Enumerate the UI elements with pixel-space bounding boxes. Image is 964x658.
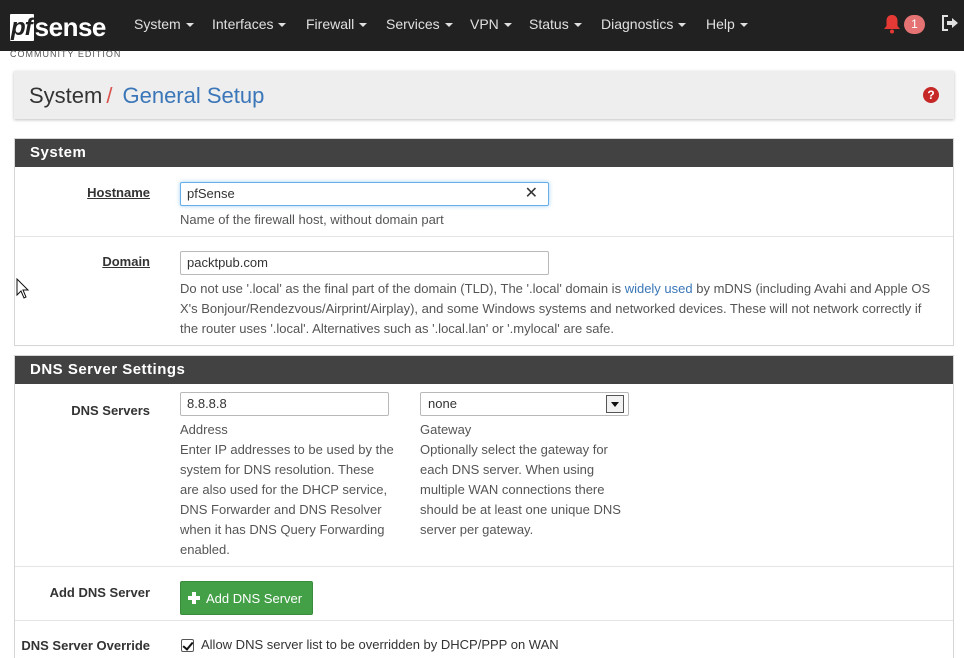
dns-gateway-help: Optionally select the gateway for each D… [420, 442, 621, 537]
dns-gateway-value: none [428, 396, 457, 411]
add-dns-server-button[interactable]: Add DNS Server [180, 581, 314, 615]
hostname-label: Hostname [87, 185, 150, 200]
dns-gateway-select[interactable]: none [420, 392, 629, 416]
domain-help: Do not use '.local' as the final part of… [180, 279, 940, 339]
caret-down-icon [503, 23, 512, 27]
dns-address-input[interactable]: 8.8.8.8 [180, 392, 389, 416]
plus-icon [188, 592, 200, 604]
menu-services-label: Services [386, 16, 440, 32]
menu-help-label: Help [706, 16, 735, 32]
menu-diagnostics[interactable]: Diagnostics [601, 16, 687, 32]
add-dns-label: Add DNS Server [49, 585, 150, 600]
bell-icon[interactable] [883, 14, 901, 34]
dns-override-label: DNS Server Override [21, 638, 150, 653]
edition-label: COMMUNITY EDITION [10, 49, 122, 59]
dns-servers-label: DNS Servers [71, 403, 150, 418]
hostname-value: pfSense [187, 186, 235, 201]
breadcrumb-parent[interactable]: System [29, 83, 102, 109]
menu-help[interactable]: Help [706, 16, 748, 32]
caret-down-icon [185, 23, 194, 27]
menu-status-label: Status [529, 16, 569, 32]
dns-override-checkbox-label[interactable]: Allow DNS server list to be overridden b… [201, 637, 559, 652]
dns-panel: DNS Server Settings DNS Servers 8.8.8.8 … [14, 355, 954, 658]
menu-diagnostics-label: Diagnostics [601, 16, 674, 32]
breadcrumb: System / General Setup [29, 83, 264, 109]
menu-status[interactable]: Status [529, 16, 582, 32]
caret-down-icon [278, 23, 287, 27]
menu-interfaces[interactable]: Interfaces [212, 16, 287, 32]
hostname-row: Hostname pfSense ✕ Name of the firewall … [15, 167, 953, 237]
add-dns-row: Add DNS Server Add DNS Server [15, 567, 953, 621]
caret-down-icon [444, 23, 453, 27]
top-navbar: pf sense System Interfaces Firewall Serv… [0, 0, 964, 51]
dns-override-row: DNS Server Override Allow DNS server lis… [15, 621, 953, 658]
menu-interfaces-label: Interfaces [212, 16, 274, 32]
menu-system[interactable]: System [134, 16, 194, 32]
breadcrumb-current[interactable]: General Setup [122, 83, 264, 109]
add-dns-button-label: Add DNS Server [206, 590, 303, 606]
mouse-pointer-icon [16, 278, 30, 299]
menu-system-label: System [134, 16, 181, 32]
dns-address-help: Enter IP addresses to be used by the sys… [180, 442, 394, 557]
caret-down-icon [359, 23, 368, 27]
caret-down-icon [739, 23, 748, 27]
dns-panel-title: DNS Server Settings [15, 356, 953, 384]
clear-icon[interactable]: ✕ [525, 186, 538, 202]
hostname-help: Name of the firewall host, without domai… [180, 212, 444, 227]
notification-badge[interactable]: 1 [904, 15, 925, 34]
domain-input[interactable]: packtpub.com [180, 251, 549, 275]
caret-down-icon [573, 23, 582, 27]
sign-out-icon[interactable] [941, 14, 959, 32]
dns-override-checkbox[interactable] [181, 639, 194, 652]
chevron-down-icon[interactable] [606, 395, 624, 413]
domain-help-text-1: Do not use '.local' as the final part of… [180, 281, 625, 296]
logo-sense: sense [34, 11, 107, 42]
system-panel-title: System [15, 139, 953, 167]
menu-services[interactable]: Services [386, 16, 453, 32]
hostname-input[interactable]: pfSense ✕ [180, 182, 549, 206]
pfsense-logo[interactable]: pf sense [10, 12, 106, 42]
caret-down-icon [678, 23, 687, 27]
menu-vpn-label: VPN [470, 16, 499, 32]
domain-row: Domain packtpub.com Do not use '.local' … [15, 237, 953, 345]
dns-servers-row: DNS Servers 8.8.8.8 none Address Enter I… [15, 384, 953, 567]
dns-gateway-caption: Gateway [420, 422, 472, 437]
menu-firewall-label: Firewall [306, 16, 355, 32]
logo-pf: pf [10, 13, 34, 41]
question-circle-icon[interactable]: ? [923, 87, 939, 103]
menu-vpn[interactable]: VPN [470, 16, 512, 32]
dns-address-value: 8.8.8.8 [187, 396, 227, 411]
domain-value: packtpub.com [187, 255, 268, 270]
menu-firewall[interactable]: Firewall [306, 16, 368, 32]
page-header: System / General Setup ? [14, 71, 954, 119]
breadcrumb-separator: / [106, 83, 113, 108]
widely-used-link[interactable]: widely used [625, 281, 693, 296]
system-panel: System Hostname pfSense ✕ Name of the fi… [14, 138, 954, 346]
dns-address-caption: Address [180, 422, 228, 437]
domain-label: Domain [102, 254, 150, 269]
